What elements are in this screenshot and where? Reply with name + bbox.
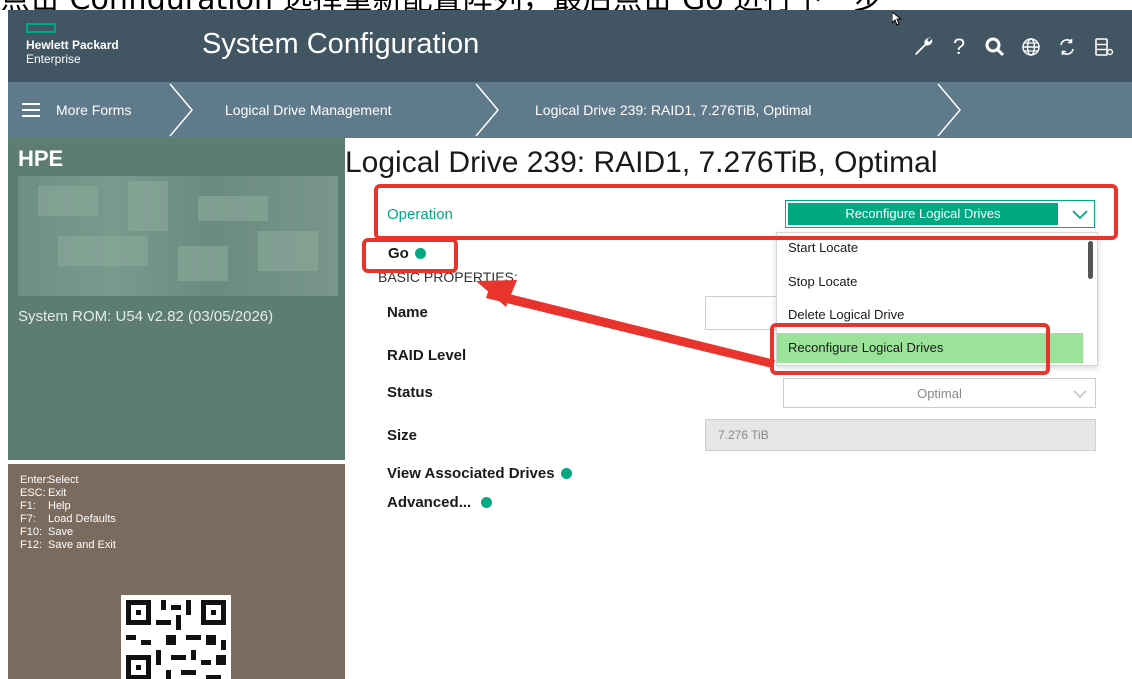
server-icon[interactable] bbox=[1086, 30, 1120, 64]
breadcrumb-logical-drive-management[interactable]: Logical Drive Management bbox=[225, 82, 392, 138]
view-associated-drives-link[interactable]: View Associated Drives bbox=[387, 465, 572, 482]
hamburger-menu-icon bbox=[22, 103, 40, 117]
mouse-cursor-icon bbox=[892, 12, 902, 26]
view-associated-drives-label: View Associated Drives bbox=[387, 465, 555, 482]
status-label: Status bbox=[387, 384, 433, 401]
dropdown-scrollbar[interactable] bbox=[1088, 241, 1093, 279]
more-forms-label: More Forms bbox=[56, 102, 132, 118]
screenshot: 点击 Configuration 选择重新配置阵列，最后点击 Go 进行下一步 … bbox=[0, 0, 1132, 679]
system-rom-version: System ROM: U54 v2.82 (03/05/2026) bbox=[18, 308, 274, 325]
key-help-list: Enter: Select ESC: Exit F1: Help F7: Load De… bbox=[20, 474, 116, 552]
key-help-row: F1: Help bbox=[20, 500, 71, 512]
status-select[interactable]: Optimal bbox=[783, 378, 1096, 408]
page-title: Logical Drive 239: RAID1, 7.276TiB, Opti… bbox=[345, 146, 938, 179]
key-help-row: ESC: Exit bbox=[20, 487, 67, 499]
key-help-row: F10: Save bbox=[20, 526, 74, 538]
logo-text-line2: Enterprise bbox=[26, 52, 81, 66]
breadcrumb-separator-icon bbox=[937, 83, 961, 137]
qr-code-icon bbox=[121, 595, 231, 679]
size-label: Size bbox=[387, 427, 418, 444]
globe-icon[interactable] bbox=[1014, 30, 1048, 64]
raid-level-label: RAID Level bbox=[387, 347, 467, 364]
wrench-icon[interactable] bbox=[906, 30, 940, 64]
name-label: Name bbox=[387, 304, 428, 321]
header-toolbar: ? bbox=[906, 30, 1120, 64]
breadcrumb-logical-drive-239[interactable]: Logical Drive 239: RAID1, 7.276TiB, Opti… bbox=[535, 82, 812, 138]
more-forms-button[interactable]: More Forms bbox=[8, 82, 131, 138]
help-icon[interactable]: ? bbox=[942, 30, 976, 64]
key-help-row: F12: Save and Exit bbox=[20, 539, 116, 551]
system-title: HPE bbox=[18, 146, 64, 171]
caption-strip: 点击 Configuration 选择重新配置阵列，最后点击 Go 进行下一步 bbox=[0, 0, 1132, 10]
search-icon[interactable] bbox=[978, 30, 1012, 64]
app-header: Hewlett Packard Enterprise System Config… bbox=[8, 10, 1132, 82]
key-help-row: Enter: Select bbox=[20, 474, 79, 486]
system-info-panel: HPE System ROM: U54 v2.82 (03/05/2026) bbox=[8, 138, 345, 460]
breadcrumb: More Forms Logical Drive Management Logi… bbox=[8, 82, 1132, 138]
refresh-icon[interactable] bbox=[1050, 30, 1084, 64]
key-help-row: F7: Load Defaults bbox=[20, 513, 116, 525]
advanced-label: Advanced... bbox=[387, 494, 472, 511]
annotation-box-go bbox=[362, 238, 458, 273]
redacted-info bbox=[18, 176, 338, 296]
annotation-box-operation bbox=[374, 184, 1118, 240]
hpe-logo: Hewlett Packard Enterprise bbox=[26, 23, 156, 69]
key-help-panel: Enter: Select ESC: Exit F1: Help F7: Load De… bbox=[8, 464, 345, 679]
logo-text-line1: Hewlett Packard bbox=[26, 38, 119, 52]
annotation-box-reconfigure bbox=[770, 323, 1050, 375]
logo-mark bbox=[26, 23, 56, 33]
dropdown-option-stop-locate[interactable]: Stop Locate bbox=[777, 267, 1083, 297]
go-arrow-icon bbox=[560, 467, 572, 479]
size-value: 7.276 TiB bbox=[718, 428, 769, 442]
size-field: 7.276 TiB bbox=[705, 419, 1096, 451]
breadcrumb-separator-icon bbox=[169, 83, 193, 137]
chevron-down-icon bbox=[1073, 390, 1087, 399]
help-glyph: ? bbox=[952, 34, 966, 59]
status-value: Optimal bbox=[917, 386, 962, 401]
app-title: System Configuration bbox=[202, 28, 480, 60]
caption-text: 点击 Configuration 选择重新配置阵列，最后点击 Go 进行下一步 bbox=[0, 0, 883, 10]
advanced-link[interactable]: Advanced... bbox=[387, 494, 493, 511]
go-arrow-icon bbox=[481, 496, 493, 508]
breadcrumb-separator-icon bbox=[475, 83, 499, 137]
